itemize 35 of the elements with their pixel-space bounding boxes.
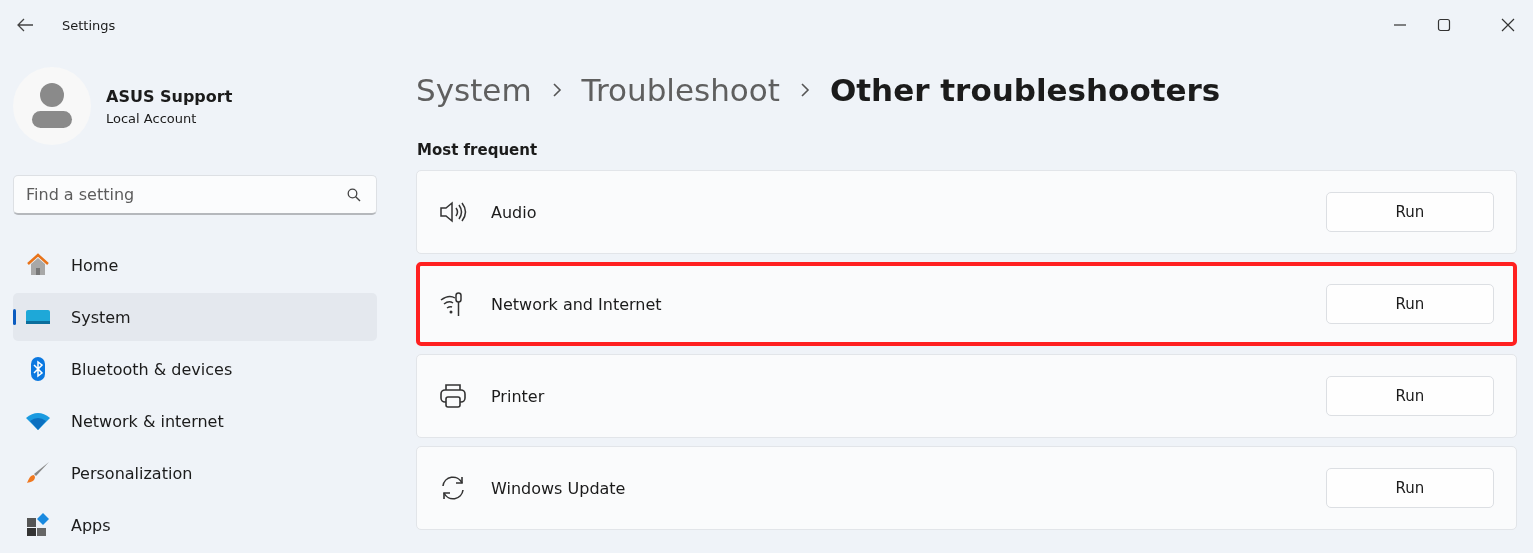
run-button[interactable]: Run [1326,192,1494,232]
run-button[interactable]: Run [1326,284,1494,324]
house-icon [25,252,51,278]
avatar-icon [13,67,91,145]
back-icon[interactable] [16,18,34,32]
run-button[interactable]: Run [1326,468,1494,508]
printer-icon [439,383,467,409]
refresh-icon [439,474,467,502]
sidebar-item[interactable]: Personalization [13,449,377,497]
account-type: Local Account [106,110,198,126]
breadcrumb-link[interactable]: Troubleshoot [581,72,780,108]
troubleshooter-name: Windows Update [491,478,627,498]
sidebar-item[interactable]: Bluetooth & devices [13,345,377,393]
section-heading: Most frequent [417,141,539,159]
search-icon [347,188,361,202]
page-title: Other troubleshooters [829,72,1221,108]
close-icon[interactable] [1501,18,1515,32]
sidebar-item[interactable]: Apps [13,501,377,549]
search-field[interactable]: Find a setting [13,175,377,215]
chevron-icon [799,82,810,98]
chevron-icon [551,82,562,98]
window-title: Settings [62,17,116,33]
troubleshooter-name: Network and Internet [491,294,663,314]
account-name: ASUS Support [106,86,233,106]
troubleshooter-name: Audio [491,202,538,222]
speaker-icon [439,201,467,223]
maximize-icon[interactable] [1437,18,1451,32]
breadcrumb-link[interactable]: System [416,72,532,108]
run-button[interactable]: Run [1326,376,1494,416]
sidebar-item[interactable]: Network & internet [13,397,377,445]
sidebar-item[interactable]: Home [13,241,377,289]
troubleshooter-name: Printer [491,386,546,406]
sidebar-item[interactable]: System [13,293,377,341]
apps-icon [25,512,51,538]
brush-icon [25,460,51,486]
